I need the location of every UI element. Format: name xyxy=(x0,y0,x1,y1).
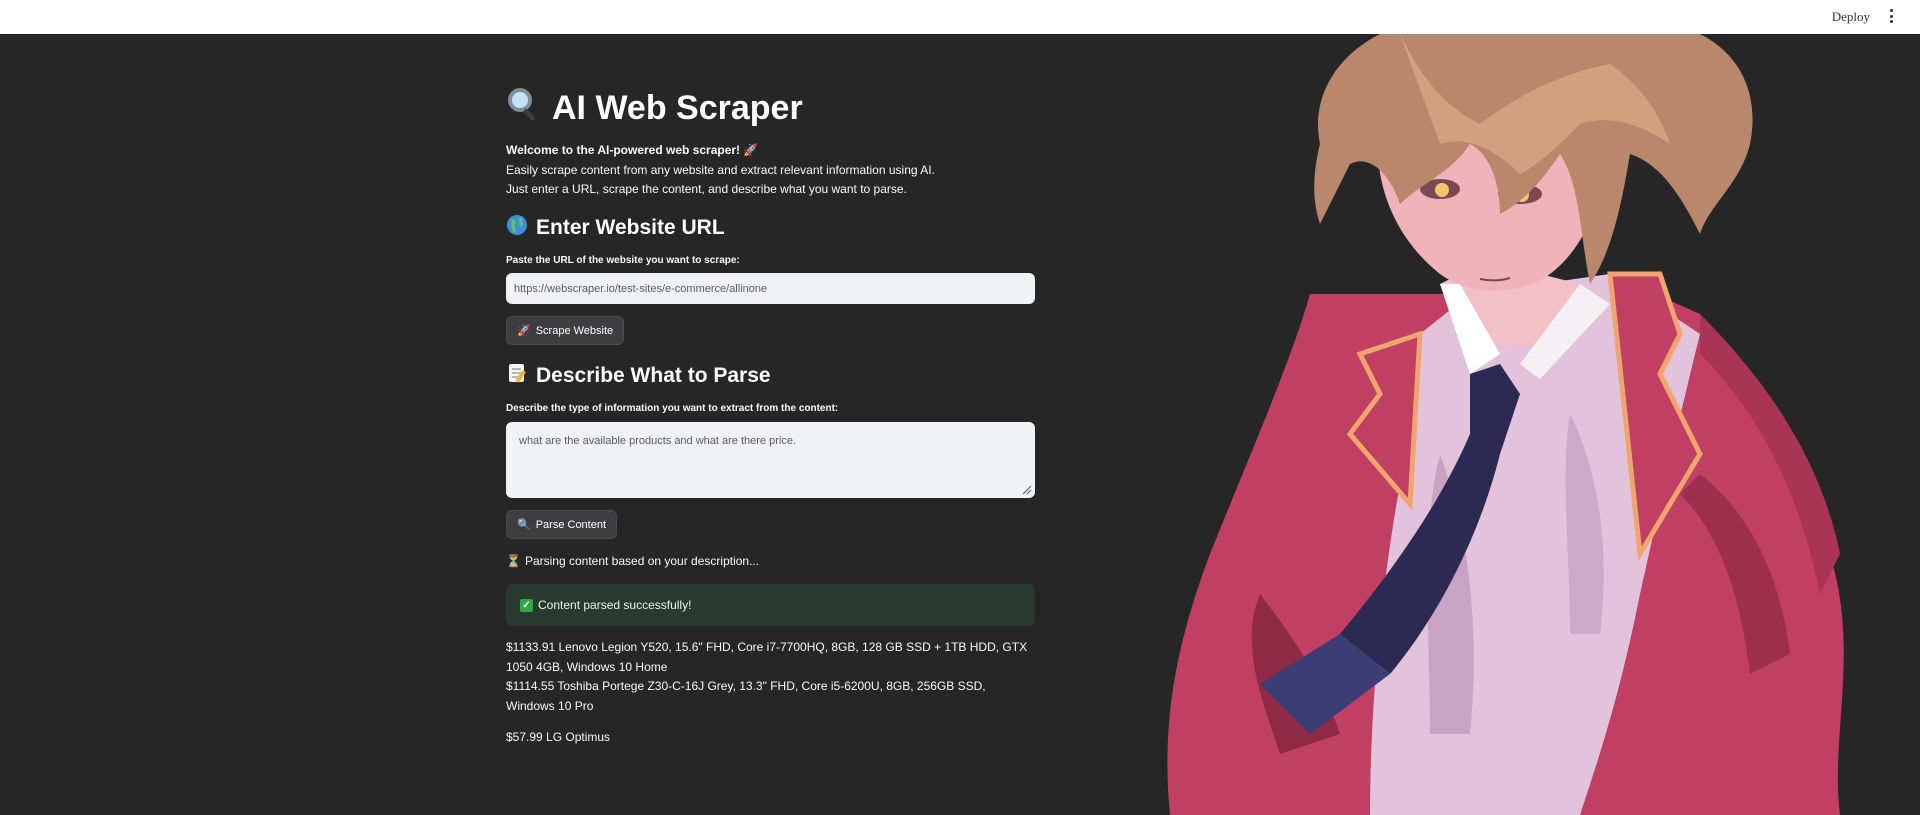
parse-content-button[interactable]: 🔍 Parse Content xyxy=(506,510,618,539)
textarea-label: Describe the type of information you wan… xyxy=(506,403,839,414)
intro-line-2: Easily scrape content from any website a… xyxy=(506,162,935,177)
magnifier-icon: 🔍 xyxy=(517,519,531,531)
parsing-status-text: Parsing content based on your descriptio… xyxy=(524,554,760,568)
rocket-icon: 🚀 xyxy=(517,325,531,337)
url-section-heading: Enter Website URL xyxy=(506,214,725,242)
page-title-text: AI Web Scraper xyxy=(552,89,803,127)
url-input-label: Paste the URL of the website you want to… xyxy=(506,255,740,266)
magnifier-icon xyxy=(506,86,542,131)
success-alert: ✓ Content parsed successfully! xyxy=(506,584,1035,626)
intro-text: Welcome to the AI-powered web scraper! 🚀… xyxy=(506,141,935,200)
memo-icon xyxy=(506,362,528,390)
parse-description-textarea[interactable] xyxy=(506,422,1035,498)
url-input[interactable] xyxy=(506,273,1035,304)
anime-character-illustration xyxy=(1167,34,1844,815)
parsed-results: $1133.91 Lenovo Legion Y520, 15.6" FHD, … xyxy=(506,638,1035,748)
scrape-website-button[interactable]: 🚀 Scrape Website xyxy=(506,316,625,345)
deploy-button[interactable]: Deploy xyxy=(1832,9,1870,25)
parse-description-field xyxy=(506,422,1035,498)
parse-section-heading-text: Describe What to Parse xyxy=(536,364,771,387)
welcome-text: Welcome to the AI-powered web scraper! xyxy=(506,143,741,157)
parse-content-button-label: Parse Content xyxy=(535,518,607,531)
scrape-website-button-label: Scrape Website xyxy=(535,324,614,337)
intro-line-3: Just enter a URL, scrape the content, an… xyxy=(506,182,907,196)
result-item: $57.99 LG Optimus xyxy=(506,730,611,744)
parse-section-heading: Describe What to Parse xyxy=(506,362,771,390)
globe-icon xyxy=(506,214,528,242)
parsing-status: ⏳ Parsing content based on your descript… xyxy=(506,554,759,568)
result-item: $1114.55 Toshiba Portege Z30-C-16J Grey,… xyxy=(506,679,986,713)
success-alert-text: Content parsed successfully! xyxy=(538,598,692,612)
app-header: Deploy xyxy=(0,0,1920,34)
hourglass-icon: ⏳ xyxy=(506,554,521,568)
rocket-icon: 🚀 xyxy=(743,143,759,157)
url-section-heading-text: Enter Website URL xyxy=(536,216,725,239)
page-title: AI Web Scraper xyxy=(506,86,803,131)
check-mark-icon: ✓ xyxy=(520,598,533,612)
resize-handle-icon[interactable] xyxy=(1022,485,1032,495)
result-item: $1133.91 Lenovo Legion Y520, 15.6" FHD, … xyxy=(506,640,1028,674)
kebab-menu-icon[interactable] xyxy=(1888,9,1894,23)
